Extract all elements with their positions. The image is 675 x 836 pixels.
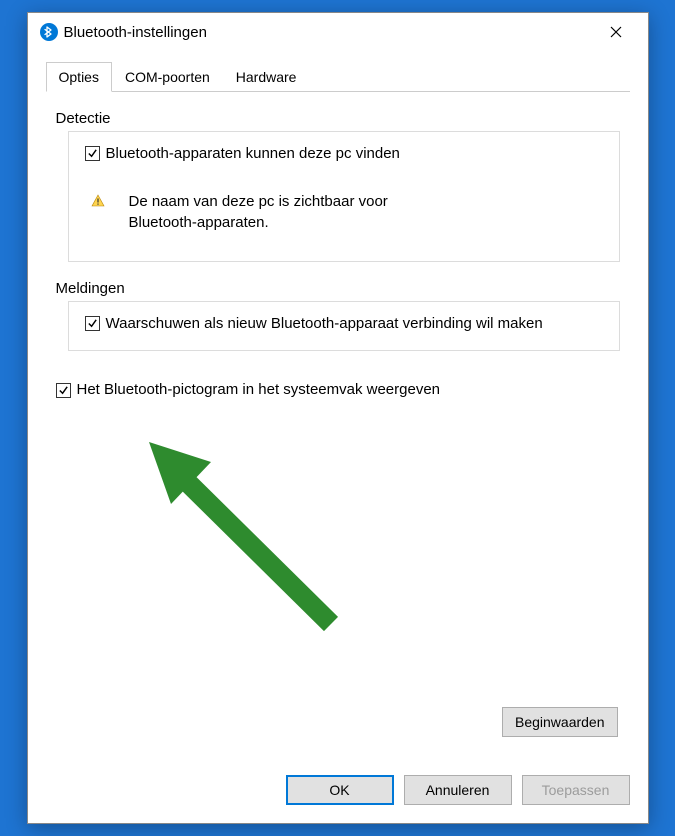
- close-button[interactable]: [596, 18, 636, 46]
- notifications-checkbox-label[interactable]: Waarschuwen als nieuw Bluetooth-apparaat…: [106, 314, 543, 334]
- tab-com-ports[interactable]: COM-poorten: [112, 62, 223, 92]
- ok-button[interactable]: OK: [286, 775, 394, 805]
- close-icon: [610, 26, 622, 38]
- window-title: Bluetooth-instellingen: [64, 24, 596, 41]
- title-bar: Bluetooth-instellingen: [28, 13, 648, 51]
- bluetooth-settings-dialog: Bluetooth-instellingen Opties COM-poorte…: [27, 12, 649, 824]
- notifications-body: Waarschuwen als nieuw Bluetooth-apparaat…: [68, 301, 620, 351]
- tray-icon-checkbox-label[interactable]: Het Bluetooth-pictogram in het systeemva…: [77, 381, 441, 398]
- detection-checkbox-label[interactable]: Bluetooth-apparaten kunnen deze pc vinde…: [106, 144, 400, 164]
- bluetooth-icon: [40, 23, 58, 41]
- annotation-arrow: [141, 434, 371, 664]
- detection-body: Bluetooth-apparaten kunnen deze pc vinde…: [68, 131, 620, 262]
- tab-panel-options: Detectie Bluetooth-apparaten kunnen deze…: [46, 92, 630, 763]
- notifications-group: Meldingen Waarschuwen als nieuw Bluetoot…: [54, 280, 622, 351]
- defaults-button[interactable]: Beginwaarden: [502, 707, 618, 737]
- button-bar: OK Annuleren Toepassen: [28, 763, 648, 823]
- cancel-button[interactable]: Annuleren: [404, 775, 512, 805]
- notifications-legend: Meldingen: [56, 280, 622, 297]
- detection-info-text: De naam van deze pc is zichtbaar voor Bl…: [129, 192, 439, 233]
- detection-checkbox[interactable]: [85, 146, 100, 161]
- apply-button[interactable]: Toepassen: [522, 775, 630, 805]
- warning-icon: [91, 194, 105, 208]
- tab-options[interactable]: Opties: [46, 62, 112, 92]
- detection-group: Detectie Bluetooth-apparaten kunnen deze…: [54, 110, 622, 262]
- tray-icon-checkbox[interactable]: [56, 383, 71, 398]
- notifications-checkbox[interactable]: [85, 316, 100, 331]
- tab-strip: Opties COM-poorten Hardware: [46, 61, 630, 92]
- detection-legend: Detectie: [56, 110, 622, 127]
- tab-hardware[interactable]: Hardware: [223, 62, 310, 92]
- content-area: Opties COM-poorten Hardware Detectie Blu…: [28, 51, 648, 763]
